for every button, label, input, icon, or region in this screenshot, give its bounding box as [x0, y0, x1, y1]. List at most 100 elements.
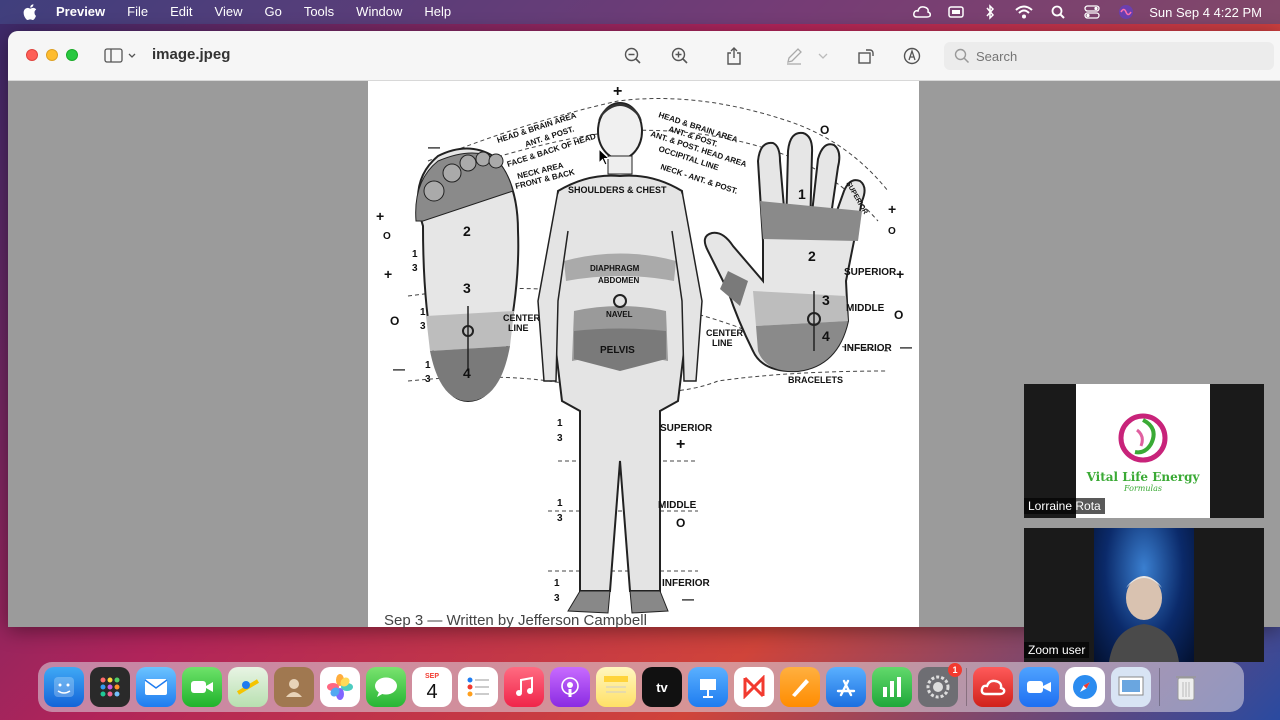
pen-icon: [787, 48, 802, 65]
markup-toolbar-button[interactable]: [899, 43, 925, 69]
zoom-out-button[interactable]: [620, 43, 646, 69]
search-icon: [954, 48, 970, 64]
keynote-icon[interactable]: [688, 667, 728, 707]
menu-help[interactable]: Help: [413, 0, 462, 24]
sign-zero-foot-1: O: [383, 231, 391, 242]
label-superior-leg: SUPERIOR: [660, 423, 713, 434]
sign-plus-foot-1: +: [376, 208, 384, 224]
zone-diagram: 2 3 4 CENTER LINE — + O + O — 1 3 1 3 1 …: [376, 83, 912, 614]
menubar-clock[interactable]: Sun Sep 4 4:22 PM: [1143, 5, 1280, 20]
numbers-icon[interactable]: [872, 667, 912, 707]
dock: SEP 4 tv 1: [38, 662, 1244, 712]
share-icon: [727, 47, 741, 65]
zoom-app-icon[interactable]: [1019, 667, 1059, 707]
hand-number-1: 1: [798, 186, 806, 202]
photos-icon[interactable]: [320, 667, 360, 707]
sidebar-toggle-button[interactable]: [104, 45, 140, 67]
preview-app-icon[interactable]: [1111, 667, 1151, 707]
launchpad-icon[interactable]: [90, 667, 130, 707]
dock-separator: [966, 668, 967, 706]
safari-icon[interactable]: [1065, 667, 1105, 707]
foot-drawing: 2 3 4: [415, 147, 520, 403]
menu-go[interactable]: Go: [253, 0, 292, 24]
trash-icon[interactable]: [1166, 667, 1206, 707]
creative-cloud-icon[interactable]: [905, 0, 939, 24]
zoom-in-button[interactable]: [667, 43, 693, 69]
label-center-line-right-2: LINE: [712, 338, 733, 348]
label-abdomen: ABDOMEN: [598, 276, 640, 285]
foot-number-4: 4: [463, 365, 471, 381]
sign-plus-hand-1: +: [888, 201, 896, 217]
label-shoulders-chest: SHOULDERS & CHEST: [568, 185, 667, 195]
sign-zero-foot-2: O: [390, 314, 399, 328]
close-button[interactable]: [26, 49, 38, 61]
search-field[interactable]: [944, 42, 1274, 70]
label-superior-hand: SUPERIOR: [844, 267, 897, 278]
pages-icon[interactable]: [780, 667, 820, 707]
markup-dropdown-button[interactable]: [816, 43, 830, 69]
siri-icon[interactable]: [1109, 0, 1143, 24]
spotlight-search-icon[interactable]: [1041, 0, 1075, 24]
music-icon[interactable]: [504, 667, 544, 707]
label-middle-hand: MIDDLE: [846, 303, 885, 314]
creative-cloud-app-icon[interactable]: [973, 667, 1013, 707]
fullscreen-button[interactable]: [66, 49, 78, 61]
apple-tv-icon[interactable]: tv: [642, 667, 682, 707]
frac-den-foot-3: 3: [425, 374, 431, 385]
maps-icon[interactable]: [228, 667, 268, 707]
menubar: Preview File Edit View Go Tools Window H…: [0, 0, 1280, 24]
label-center-line-left-1: CENTER: [503, 313, 541, 323]
menu-tools[interactable]: Tools: [293, 0, 345, 24]
wifi-icon[interactable]: [1007, 0, 1041, 24]
menu-edit[interactable]: Edit: [159, 0, 203, 24]
mail-icon[interactable]: [136, 667, 176, 707]
control-center-icon[interactable]: [1075, 0, 1109, 24]
sign-plus-top: +: [613, 83, 622, 100]
logo-name-text: Vital Life Energy: [1086, 469, 1200, 484]
search-input[interactable]: [976, 48, 1256, 64]
frac-num-foot-2: 1: [420, 307, 426, 318]
label-center-line-right-1: CENTER: [706, 328, 744, 338]
sign-plus-hand-2: +: [896, 266, 904, 282]
frac-num-foot-3: 1: [425, 360, 431, 371]
messages-icon[interactable]: [366, 667, 406, 707]
contacts-icon[interactable]: [274, 667, 314, 707]
rotate-button[interactable]: [853, 43, 879, 69]
frac-num-leg-3: 1: [554, 578, 560, 589]
reflexology-zone-chart-image[interactable]: 2 3 4 CENTER LINE — + O + O — 1 3 1 3 1 …: [368, 81, 919, 627]
notes-icon[interactable]: [596, 667, 636, 707]
zoom-participant-tile-1[interactable]: Vital Life Energy Formulas Lorraine Rota: [1024, 384, 1264, 518]
zoom-participant-tile-2[interactable]: Zoom user: [1024, 528, 1264, 662]
sign-minus-hand-3: —: [900, 340, 912, 354]
menu-view[interactable]: View: [204, 0, 254, 24]
markup-pen-button[interactable]: [781, 43, 807, 69]
news-icon[interactable]: [734, 667, 774, 707]
minimize-button[interactable]: [46, 49, 58, 61]
system-settings-icon[interactable]: 1: [918, 663, 962, 707]
zoom-out-icon: [624, 47, 641, 64]
frac-den-foot-1: 3: [412, 263, 418, 274]
reminders-icon[interactable]: [458, 667, 498, 707]
share-button[interactable]: [721, 43, 747, 69]
app-store-icon[interactable]: [826, 667, 866, 707]
sign-plus-foot-2: +: [384, 266, 392, 282]
facetime-icon[interactable]: [182, 667, 222, 707]
menu-file[interactable]: File: [116, 0, 159, 24]
menu-app-name[interactable]: Preview: [40, 0, 116, 24]
display-icon[interactable]: [939, 0, 973, 24]
bluetooth-icon[interactable]: [973, 0, 1007, 24]
settings-badge: 1: [948, 663, 962, 677]
podcasts-icon[interactable]: [550, 667, 590, 707]
sign-plus-leg: +: [676, 436, 685, 453]
logo-sub-text: Formulas: [1124, 483, 1162, 493]
sign-zero-leg: O: [676, 516, 685, 530]
finder-icon[interactable]: [44, 667, 84, 707]
calendar-icon[interactable]: SEP 4: [412, 667, 452, 707]
calendar-month: SEP: [424, 672, 439, 680]
frac-num-leg-1: 1: [557, 418, 563, 429]
menu-window[interactable]: Window: [345, 0, 413, 24]
hand-number-3: 3: [822, 292, 830, 308]
label-diaphragm: DIAPHRAGM: [590, 264, 640, 273]
apple-menu-icon[interactable]: [20, 0, 40, 24]
sign-zero-hand-2: O: [894, 308, 903, 322]
